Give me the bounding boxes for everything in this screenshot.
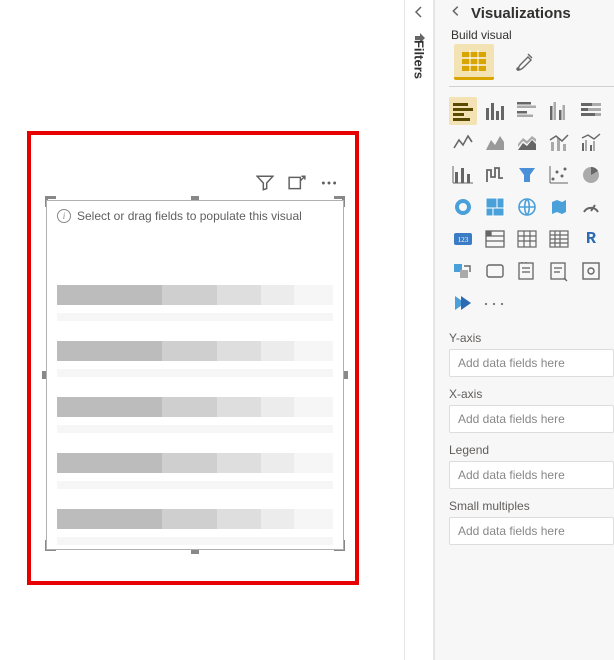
well-label-small-multiples: Small multiples (449, 499, 614, 513)
field-wells: Y-axis Add data fields here X-axis Add d… (449, 331, 614, 545)
viz-line[interactable] (449, 129, 477, 157)
viz-qa[interactable] (545, 257, 573, 285)
info-icon: i (57, 209, 71, 223)
well-xaxis[interactable]: Add data fields here (449, 405, 614, 433)
viz-matrix[interactable] (545, 225, 573, 253)
well-small-multiples[interactable]: Add data fields here (449, 517, 614, 545)
viz-stacked-column[interactable] (481, 97, 509, 125)
viz-filled-map[interactable] (545, 193, 573, 221)
viz-narrative[interactable] (577, 257, 605, 285)
viz-ribbon[interactable] (449, 161, 477, 189)
viz-gauge[interactable] (577, 193, 605, 221)
viz-line-clustered-column[interactable] (577, 129, 605, 157)
viz-key-influencers[interactable] (481, 257, 509, 285)
tab-build-visual[interactable] (454, 44, 494, 80)
viz-area[interactable] (481, 129, 509, 157)
visualization-type-grid: 123 R ··· (449, 97, 614, 317)
filters-label: Filters (412, 40, 427, 79)
viz-py-visual[interactable] (449, 257, 477, 285)
viz-donut[interactable] (449, 193, 477, 221)
viz-pie[interactable] (577, 161, 605, 189)
viz-treemap[interactable] (481, 193, 509, 221)
viz-card[interactable]: 123 (449, 225, 477, 253)
chevron-left-icon[interactable] (411, 4, 427, 23)
chevron-left-icon[interactable] (449, 4, 463, 22)
focus-mode-icon[interactable] (288, 174, 306, 192)
well-legend[interactable]: Add data fields here (449, 461, 614, 489)
visual-toolbar (250, 174, 344, 192)
visual-selection[interactable]: i Select or drag fields to populate this… (46, 174, 344, 550)
viz-map[interactable] (513, 193, 541, 221)
svg-text:123: 123 (458, 236, 469, 244)
viz-hundred-bar[interactable] (577, 97, 605, 125)
build-visual-label: Build visual (449, 28, 614, 42)
viz-table[interactable] (513, 225, 541, 253)
viz-clustered-bar[interactable] (513, 97, 541, 125)
tab-format-visual[interactable] (504, 44, 544, 80)
visual-hint-text: Select or drag fields to populate this v… (77, 209, 302, 223)
viz-waterfall[interactable] (481, 161, 509, 189)
viz-multi-row-card[interactable] (481, 225, 509, 253)
well-yaxis[interactable]: Add data fields here (449, 349, 614, 377)
placeholder-bars (47, 227, 343, 563)
viz-power-automate[interactable] (449, 289, 477, 317)
filter-icon[interactable] (256, 174, 274, 192)
tab-underline (449, 86, 614, 87)
viz-r-visual[interactable]: R (577, 225, 605, 253)
viz-funnel[interactable] (513, 161, 541, 189)
viz-stacked-area[interactable] (513, 129, 541, 157)
well-label-legend: Legend (449, 443, 614, 457)
filters-pane-collapsed[interactable]: Filters (404, 0, 434, 660)
pane-title: Visualizations (471, 5, 571, 22)
viz-more[interactable]: ··· (481, 289, 509, 317)
viz-line-stacked-column[interactable] (545, 129, 573, 157)
viz-decomposition-tree[interactable] (513, 257, 541, 285)
report-canvas[interactable]: i Select or drag fields to populate this… (0, 0, 400, 660)
visual-hint-row: i Select or drag fields to populate this… (47, 201, 343, 227)
pane-tabs (449, 44, 614, 80)
viz-clustered-column[interactable] (545, 97, 573, 125)
well-label-yaxis: Y-axis (449, 331, 614, 345)
more-icon[interactable] (320, 174, 338, 192)
well-label-xaxis: X-axis (449, 387, 614, 401)
visualizations-pane: Visualizations Build visual (434, 0, 614, 660)
visual-frame[interactable]: i Select or drag fields to populate this… (46, 200, 344, 550)
viz-stacked-bar[interactable] (449, 97, 477, 125)
viz-scatter[interactable] (545, 161, 573, 189)
